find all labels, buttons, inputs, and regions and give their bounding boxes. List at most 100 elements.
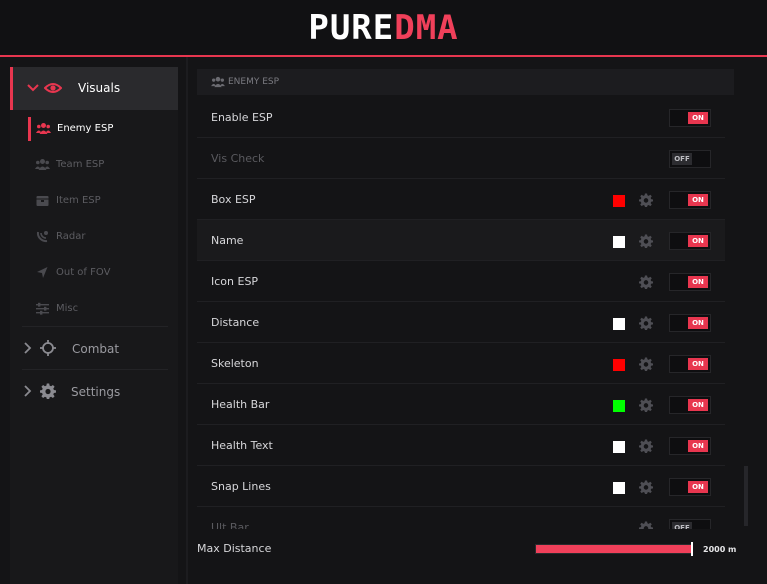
toggle-state: OFF xyxy=(672,522,692,529)
header: PUREDMA xyxy=(0,0,767,57)
setting-label: Ult Bar xyxy=(211,521,249,529)
gear-icon[interactable] xyxy=(639,357,653,371)
sidebar-subitem-misc[interactable]: Misc xyxy=(28,297,178,321)
box-esp-toggle[interactable]: ON xyxy=(669,191,711,209)
box-icon xyxy=(36,196,49,206)
setting-label: Health Bar xyxy=(211,398,270,411)
icon-esp-toggle[interactable]: ON xyxy=(669,273,711,291)
logo-part-2: DMA xyxy=(394,8,459,48)
setting-row-distance: Distance ON xyxy=(197,302,725,343)
sidebar-subitem-label: Radar xyxy=(56,231,86,242)
users-icon xyxy=(35,159,50,170)
sidebar-item-label: Combat xyxy=(72,342,120,356)
gear-icon[interactable] xyxy=(639,316,653,330)
sidebar-item-label: Visuals xyxy=(78,81,121,95)
slider-fill xyxy=(536,545,692,553)
gear-icon[interactable] xyxy=(639,275,653,289)
scrollbar[interactable] xyxy=(744,466,748,526)
sidebar-item-label: Settings xyxy=(71,385,121,399)
sidebar-subitem-enemy-esp[interactable]: Enemy ESP xyxy=(28,117,178,141)
snap-lines-toggle[interactable]: ON xyxy=(669,478,711,496)
enable-esp-toggle[interactable]: ON xyxy=(669,109,711,127)
setting-row-snap-lines: Snap Lines ON xyxy=(197,466,725,507)
arrow-icon xyxy=(37,267,48,278)
setting-row-health-text: Health Text ON xyxy=(197,425,725,466)
logo-part-1: PURE xyxy=(308,8,395,48)
setting-label: Enable ESP xyxy=(211,111,273,124)
gear-icon[interactable] xyxy=(639,521,653,529)
color-swatch[interactable] xyxy=(613,195,625,207)
sidebar-subitem-label: Item ESP xyxy=(56,195,101,206)
app-window: PUREDMA Visuals Enemy ESP Team ESP Item … xyxy=(0,0,767,584)
toggle-state: ON xyxy=(688,194,708,206)
health-text-toggle[interactable]: ON xyxy=(669,437,711,455)
setting-label: Distance xyxy=(211,316,260,329)
color-swatch[interactable] xyxy=(613,236,625,248)
sidebar-subitem-label: Team ESP xyxy=(56,159,105,170)
ult-bar-toggle[interactable]: OFF xyxy=(669,519,711,529)
users-icon xyxy=(36,123,51,134)
gear-icon[interactable] xyxy=(639,398,653,412)
setting-row-name: Name ON xyxy=(197,220,725,261)
sidebar-divider xyxy=(22,369,168,370)
setting-label: Box ESP xyxy=(211,193,256,206)
color-swatch[interactable] xyxy=(613,318,625,330)
vis-check-toggle[interactable]: OFF xyxy=(669,150,711,168)
setting-row-health-bar: Health Bar ON xyxy=(197,384,725,425)
slider-value: 2000 m xyxy=(703,545,737,554)
skeleton-toggle[interactable]: ON xyxy=(669,355,711,373)
health-bar-toggle[interactable]: ON xyxy=(669,396,711,414)
settings-list: Enable ESP ON Vis Check OFF Box ESP ON Name ON I… xyxy=(197,97,727,529)
color-swatch[interactable] xyxy=(613,359,625,371)
toggle-state: ON xyxy=(688,112,708,124)
setting-row-enable-esp: Enable ESP ON xyxy=(197,97,725,138)
setting-label: Snap Lines xyxy=(211,480,271,493)
setting-row-skeleton: Skeleton ON xyxy=(197,343,725,384)
toggle-state: ON xyxy=(688,399,708,411)
setting-row-icon-esp: Icon ESP ON xyxy=(197,261,725,302)
color-swatch[interactable] xyxy=(613,482,625,494)
setting-row-box-esp: Box ESP ON xyxy=(197,179,725,220)
distance-toggle[interactable]: ON xyxy=(669,314,711,332)
sidebar-subitem-item-esp[interactable]: Item ESP xyxy=(28,189,178,213)
toggle-state: ON xyxy=(688,358,708,370)
chevron-down-icon xyxy=(27,84,39,92)
toggle-state: OFF xyxy=(672,153,692,165)
sidebar-subitem-radar[interactable]: Radar xyxy=(28,225,178,249)
setting-label: Health Text xyxy=(211,439,273,452)
gear-icon[interactable] xyxy=(639,480,653,494)
sliders-icon xyxy=(36,302,49,315)
panel-separator xyxy=(186,57,188,584)
sidebar: Visuals Enemy ESP Team ESP Item ESP Rada… xyxy=(10,67,178,584)
setting-label: Icon ESP xyxy=(211,275,259,288)
gear-icon xyxy=(40,383,56,399)
toggle-state: ON xyxy=(688,276,708,288)
gear-icon[interactable] xyxy=(639,439,653,453)
color-swatch[interactable] xyxy=(613,441,625,453)
max-distance-slider[interactable] xyxy=(535,542,693,556)
setting-label: Vis Check xyxy=(211,152,265,165)
gear-icon[interactable] xyxy=(639,193,653,207)
radar-icon xyxy=(36,231,48,243)
sidebar-subitem-label: Misc xyxy=(56,303,79,314)
gear-icon[interactable] xyxy=(639,234,653,248)
chevron-right-icon xyxy=(24,342,32,354)
sidebar-item-visuals[interactable]: Visuals xyxy=(10,67,178,110)
users-icon xyxy=(211,76,225,88)
toggle-state: ON xyxy=(688,317,708,329)
sidebar-subitem-label: Out of FOV xyxy=(56,267,111,278)
sidebar-divider xyxy=(22,326,168,327)
slider-handle[interactable] xyxy=(691,542,693,556)
sidebar-subitem-out-of-fov[interactable]: Out of FOV xyxy=(28,261,178,285)
eye-icon xyxy=(44,83,62,93)
sidebar-subitem-team-esp[interactable]: Team ESP xyxy=(28,153,178,177)
setting-label: Name xyxy=(211,234,244,247)
sidebar-item-combat[interactable]: Combat xyxy=(10,333,178,363)
toggle-state: ON xyxy=(688,481,708,493)
main-content: ENEMY ESP Enable ESP ON Vis Check OFF Box ES… xyxy=(197,57,767,584)
color-swatch[interactable] xyxy=(613,400,625,412)
crosshair-icon xyxy=(40,340,56,356)
sidebar-item-settings[interactable]: Settings xyxy=(10,376,178,406)
section-title: ENEMY ESP xyxy=(228,77,280,87)
name-toggle[interactable]: ON xyxy=(669,232,711,250)
